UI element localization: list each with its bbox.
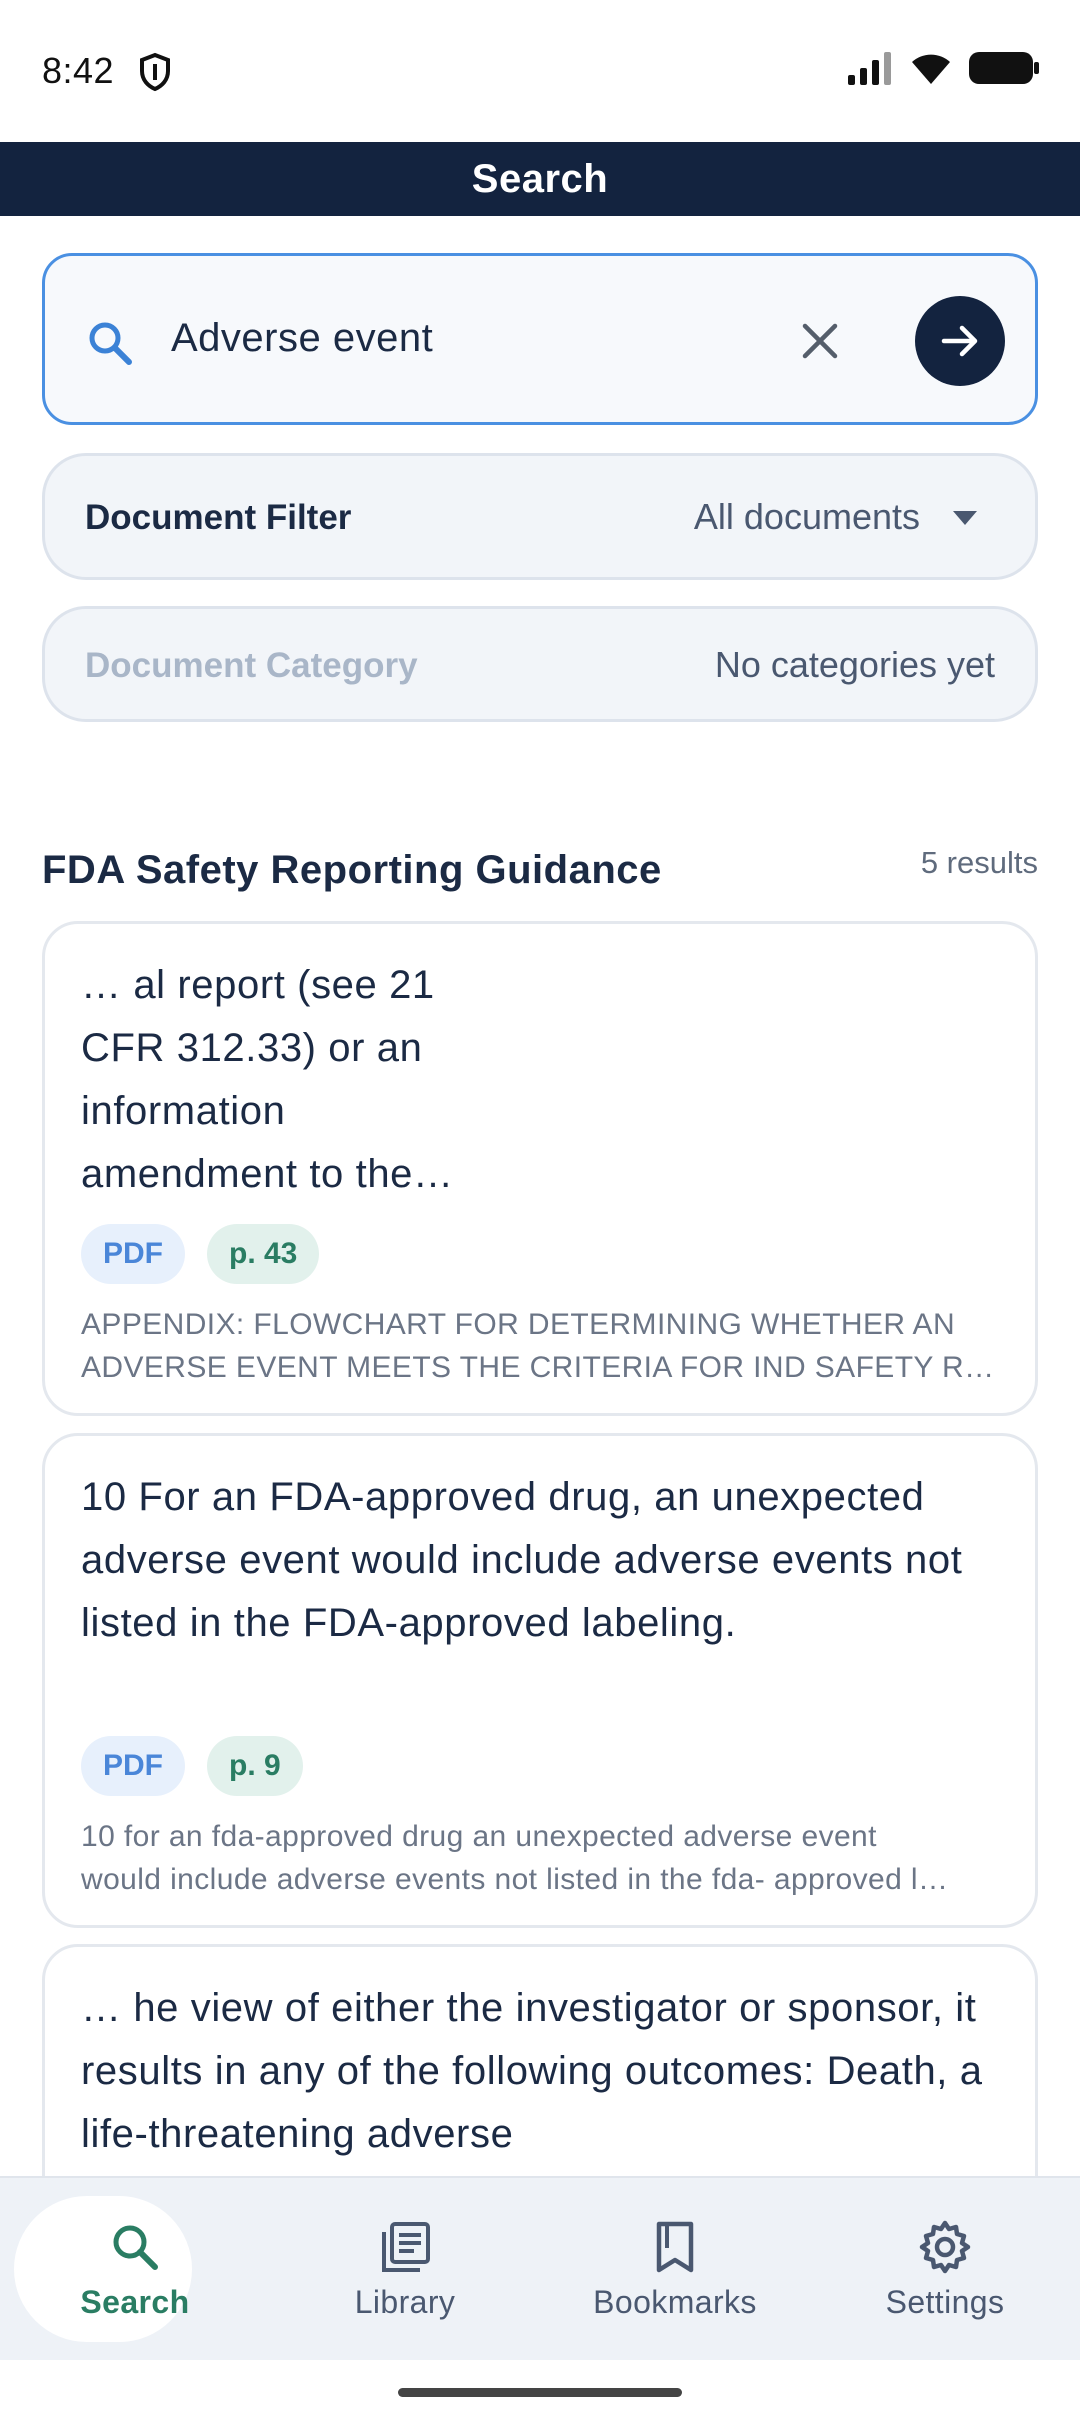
page-badge: p. 43 (207, 1224, 320, 1284)
home-indicator[interactable] (398, 2388, 682, 2397)
bottom-navigation: Search Library Bookmarks Settings (0, 2176, 1080, 2360)
file-type-badge: PDF (81, 1224, 185, 1284)
nav-label-search: Search (80, 2284, 190, 2320)
nav-label-library: Library (354, 2284, 456, 2320)
result-card[interactable]: 10 For an FDA-approved drug, an unexpect… (42, 1433, 1038, 1928)
result-context-line: APPENDIX: FLOWCHART FOR DETERMINING WHET… (81, 1308, 956, 1341)
result-context-line: would include adverse events not listed … (81, 1863, 949, 1896)
file-type-badge: PDF (81, 1736, 185, 1796)
page-title: Search (471, 156, 609, 201)
status-time: 8:42 (42, 50, 115, 91)
result-snippet: … al report (see 21 CFR 312.33) or an in… (81, 963, 454, 1196)
result-context: APPENDIX: FLOWCHART FOR DETERMINING WHET… (81, 1303, 1011, 1389)
nav-item-settings[interactable]: Settings (810, 2178, 1080, 2360)
status-bar: 8:42 (0, 0, 1080, 142)
nav-item-library[interactable]: Library (270, 2178, 540, 2360)
results-count: 5 results (920, 845, 1038, 880)
page-badge: p. 9 (207, 1736, 303, 1796)
search-input[interactable]: Adverse event (42, 253, 1038, 425)
wifi-icon (912, 54, 950, 84)
arrow-right-icon (941, 325, 978, 357)
document-filter-value[interactable]: All documents (694, 496, 920, 538)
shield-icon (140, 52, 170, 92)
document-filter-label: Document Filter (85, 498, 352, 537)
result-card[interactable]: … al report (see 21 CFR 312.33) or an in… (42, 921, 1038, 1416)
result-context: 10 for an fda-approved drug an unexpecte… (81, 1815, 1011, 1901)
document-category-value: No categories yet (714, 644, 995, 685)
results-document-title: FDA Safety Reporting Guidance (42, 848, 662, 892)
nav-label-bookmarks: Bookmarks (593, 2284, 757, 2320)
search-query[interactable]: Adverse event (171, 316, 433, 361)
nav-label-settings: Settings (885, 2284, 1005, 2320)
result-context-line: 10 for an fda-approved drug an unexpecte… (81, 1820, 877, 1853)
gear-icon (919, 2220, 971, 2274)
result-snippet: … he view of either the investigator or … (81, 1986, 983, 2156)
document-filter-dropdown[interactable]: Document Filter All documents (42, 453, 1038, 580)
document-category-label: Document Category (85, 646, 418, 685)
search-icon (113, 2225, 158, 2270)
bookmark-icon (656, 2221, 694, 2273)
result-snippet: 10 For an FDA-approved drug, an unexpect… (81, 1475, 963, 1645)
chevron-down-icon[interactable] (951, 508, 979, 528)
library-icon (382, 2222, 430, 2272)
nav-item-search[interactable]: Search (0, 2178, 270, 2360)
document-category-field: Document Category No categories yet (42, 606, 1038, 722)
app-bar: Search (0, 142, 1080, 216)
search-submit-button[interactable] (915, 296, 1005, 386)
search-icon (89, 322, 132, 365)
signal-icon (848, 52, 891, 85)
nav-item-bookmarks[interactable]: Bookmarks (540, 2178, 810, 2360)
close-icon[interactable] (797, 318, 843, 364)
battery-icon (969, 52, 1039, 84)
result-context-line: ADVERSE EVENT MEETS THE CRITERIA FOR IND… (81, 1351, 1011, 1384)
